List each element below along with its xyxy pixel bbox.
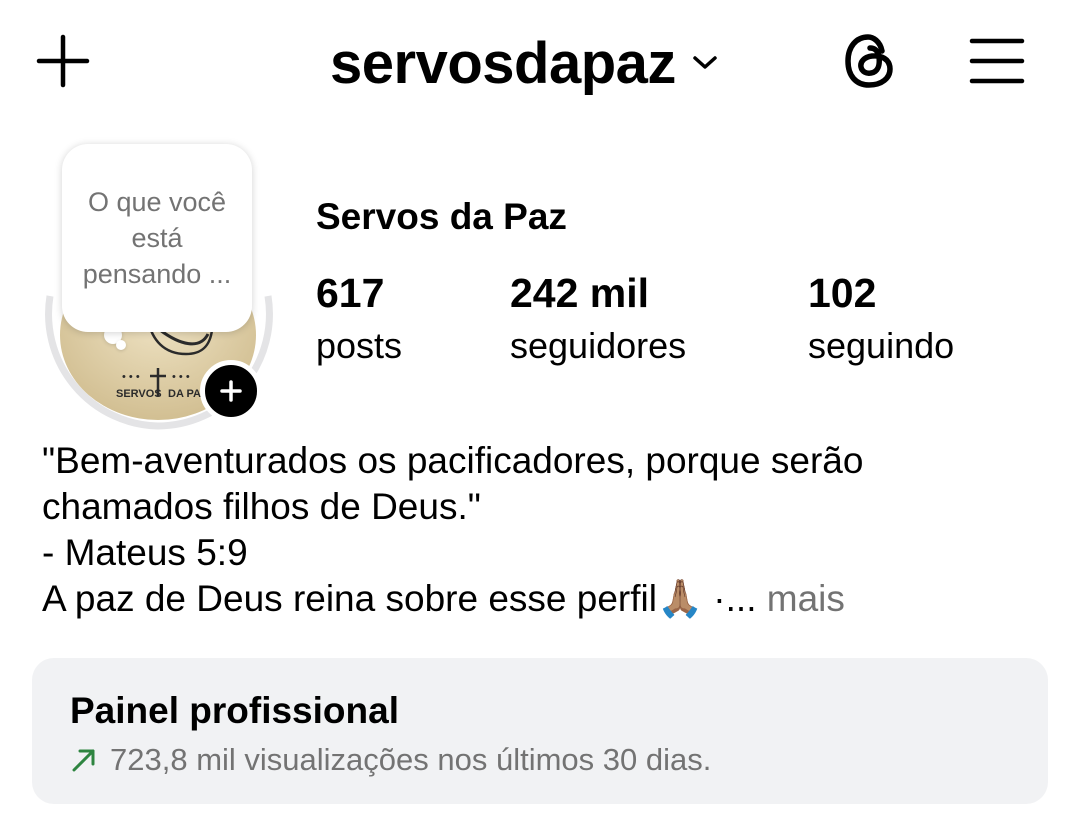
panel-subtitle-row: 723,8 mil visualizações nos últimos 30 d… — [70, 742, 711, 778]
plus-icon — [36, 34, 90, 88]
hamburger-menu-icon — [969, 38, 1025, 84]
menu-button[interactable] — [964, 28, 1030, 94]
bio-more-link[interactable]: mais — [767, 578, 845, 619]
add-story-button[interactable] — [200, 360, 262, 422]
panel-subtitle: 723,8 mil visualizações nos últimos 30 d… — [110, 742, 712, 777]
stat-followers[interactable]: 242 mil seguidores — [510, 268, 686, 374]
stat-value: 102 — [808, 270, 877, 316]
chevron-down-icon — [693, 56, 717, 69]
svg-text:• • •: • • • — [172, 371, 190, 383]
bio-line-last: A paz de Deus reina sobre esse perfil🙏🏽 … — [42, 576, 1042, 622]
threads-icon — [845, 34, 893, 88]
bio-line: - Mateus 5:9 — [42, 532, 248, 573]
username-title: servosdapaz — [330, 30, 676, 96]
stat-following[interactable]: 102 seguindo — [808, 268, 954, 374]
plus-icon — [220, 380, 242, 402]
account-switcher[interactable]: servosdapaz — [330, 28, 718, 98]
stat-value: 617 — [316, 270, 385, 316]
stat-label: posts — [316, 325, 403, 366]
stat-label: seguidores — [510, 325, 687, 366]
note-placeholder: O que você está pensando ... — [82, 187, 232, 289]
stat-value: 242 mil — [510, 270, 650, 316]
svg-text:• • •: • • • — [122, 371, 140, 383]
stat-posts[interactable]: 617 posts — [316, 268, 402, 374]
stat-label: seguindo — [808, 325, 955, 366]
note-bubble-tail-small — [116, 340, 126, 350]
bio-line: chamados filhos de Deus." — [42, 486, 481, 527]
bio-line: A paz de Deus reina sobre esse perfil🙏🏽 … — [42, 578, 757, 619]
trend-up-arrow-icon — [72, 749, 95, 772]
panel-title: Painel profissional — [70, 690, 399, 731]
avatar-caption-left: SERVOS — [116, 388, 162, 400]
bio-line: "Bem-aventurados os pacificadores, porqu… — [42, 440, 864, 481]
create-button[interactable] — [30, 28, 96, 94]
display-name: Servos da Paz — [316, 196, 567, 237]
threads-button[interactable] — [836, 28, 902, 94]
note-bubble[interactable]: O que você está pensando ... — [62, 144, 252, 332]
bio: "Bem-aventurados os pacificadores, porqu… — [42, 438, 1042, 622]
professional-dashboard-card[interactable]: Painel profissional 723,8 mil visualizaç… — [32, 658, 1048, 804]
